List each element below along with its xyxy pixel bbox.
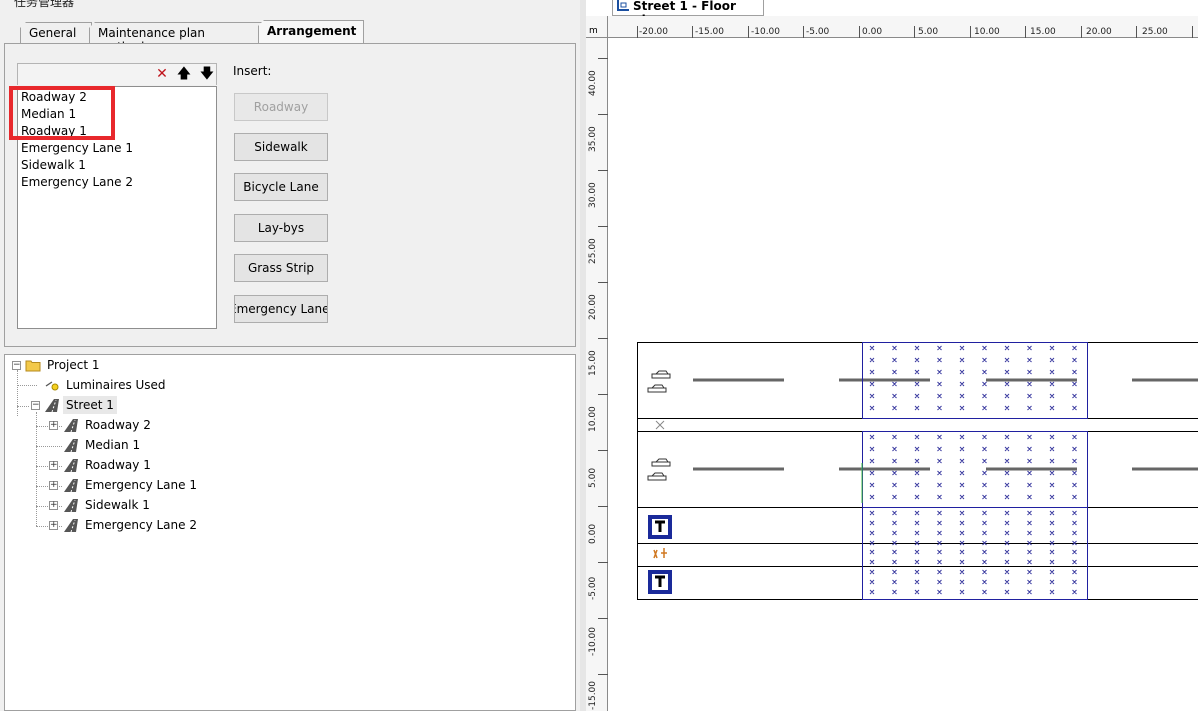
arrow-down-icon[interactable]: 🡇	[199, 66, 215, 82]
street-icon	[64, 479, 78, 493]
x-tick-label: -10.00	[751, 27, 781, 37]
highlight-box	[9, 86, 115, 140]
street-icon	[64, 499, 78, 513]
floor-plan-icon	[617, 0, 629, 11]
insert-emergency-lane-button[interactable]: Emergency Lane	[234, 295, 328, 323]
arrow-up-icon[interactable]: 🡅	[176, 66, 192, 82]
x-tick-label: -20.00	[639, 27, 669, 37]
street-drawing	[637, 342, 1198, 600]
collapse-street-toggle[interactable]: −	[31, 401, 40, 410]
lower-lanes-outline	[637, 507, 1198, 600]
y-tick-label: 40.00	[588, 70, 598, 96]
median-outline	[637, 418, 1198, 432]
ruler-corner: m	[586, 16, 608, 38]
tree-item-street[interactable]: Street 1	[63, 396, 117, 414]
y-tick-label: 0.00	[588, 523, 598, 544]
y-tick-label: -5.00	[588, 576, 598, 600]
x-tick-label: 10.00	[974, 27, 1000, 37]
tree-item-emergency-lane-1[interactable]: Emergency Lane 1	[85, 476, 197, 494]
x-tick-label: 20.00	[1086, 27, 1112, 37]
x-tick-label: 15.00	[1030, 27, 1056, 37]
luminaire-icon	[45, 381, 59, 391]
y-tick-label: 20.00	[588, 294, 598, 320]
street-icon	[64, 519, 78, 533]
expand-toggle[interactable]: +	[49, 421, 58, 430]
unit-label: m	[589, 26, 598, 36]
x-tick-label: 0.00	[862, 27, 883, 37]
street-icon	[64, 459, 78, 473]
insert-grass-strip-button[interactable]: Grass Strip	[234, 254, 328, 282]
y-tick-label: 30.00	[588, 182, 598, 208]
tab-general[interactable]: General	[20, 22, 92, 43]
tree-item-median-1[interactable]: Median 1	[85, 436, 140, 454]
collapse-project-toggle[interactable]: −	[12, 361, 21, 370]
street-icon	[64, 439, 78, 453]
street-icon	[64, 419, 78, 433]
lane-markings	[693, 378, 1198, 471]
insert-label: Insert:	[233, 64, 272, 78]
floor-plan-tab[interactable]: Street 1 - Floor plan	[612, 0, 764, 27]
tree-item-roadway-1[interactable]: Roadway 1	[85, 456, 151, 474]
median-symbol	[655, 420, 665, 430]
y-tick-label: 35.00	[588, 126, 598, 152]
insert-bicycle-lane-button[interactable]: Bicycle Lane	[234, 173, 328, 201]
insert-sidewalk-button[interactable]: Sidewalk	[234, 133, 328, 161]
y-tick-label: -15.00	[588, 680, 598, 710]
delete-icon[interactable]: ✕	[154, 66, 170, 82]
x-tick-label: 25.00	[1142, 27, 1168, 37]
street-icon	[45, 399, 59, 413]
x-tick-label: 5.00	[918, 27, 939, 37]
list-item[interactable]: Sidewalk 1	[21, 158, 86, 173]
y-tick-label: -10.00	[588, 626, 598, 656]
folder-icon	[25, 360, 41, 372]
tab-arrangement[interactable]: Arrangement	[258, 20, 364, 44]
y-tick-label: 15.00	[588, 350, 598, 376]
tree-item-luminaires-used[interactable]: Luminaires Used	[66, 376, 166, 394]
pedestrian-icon	[653, 548, 667, 559]
insert-roadway-button[interactable]: Roadway	[234, 93, 328, 121]
x-tick-label: -15.00	[695, 27, 725, 37]
y-tick-label: 5.00	[588, 467, 598, 488]
tree-item-sidewalk-1[interactable]: Sidewalk 1	[85, 496, 150, 514]
list-item[interactable]: Emergency Lane 1	[21, 141, 133, 156]
tree-item-roadway-2[interactable]: Roadway 2	[85, 416, 151, 434]
emergency-lane-signs	[648, 515, 672, 594]
tab-maintenance-plan-method[interactable]: Maintenance plan method	[89, 22, 263, 43]
y-tick-label: 10.00	[588, 406, 598, 432]
tree-item-emergency-lane-2[interactable]: Emergency Lane 2	[85, 516, 197, 534]
expand-toggle[interactable]: +	[49, 481, 58, 490]
vertical-ruler: 40.00 35.00 30.00 25.00 20.00 15.00 10.0…	[586, 38, 608, 711]
tree-item-project[interactable]: Project 1	[47, 356, 100, 374]
y-tick-label: 25.00	[588, 238, 598, 264]
horizontal-ruler: -20.00 -15.00 -10.00 -5.00 0.00 5.00 10.…	[608, 16, 1198, 38]
expand-toggle[interactable]: +	[49, 521, 58, 530]
expand-toggle[interactable]: +	[49, 461, 58, 470]
list-item[interactable]: Emergency Lane 2	[21, 175, 133, 190]
insert-lay-bys-button[interactable]: Lay-bys	[234, 214, 328, 242]
list-toolbar: ✕ 🡅 🡇	[17, 63, 217, 85]
x-tick-label: -5.00	[806, 27, 830, 37]
panel-title: 任务管理器	[14, 0, 75, 9]
expand-toggle[interactable]: +	[49, 501, 58, 510]
